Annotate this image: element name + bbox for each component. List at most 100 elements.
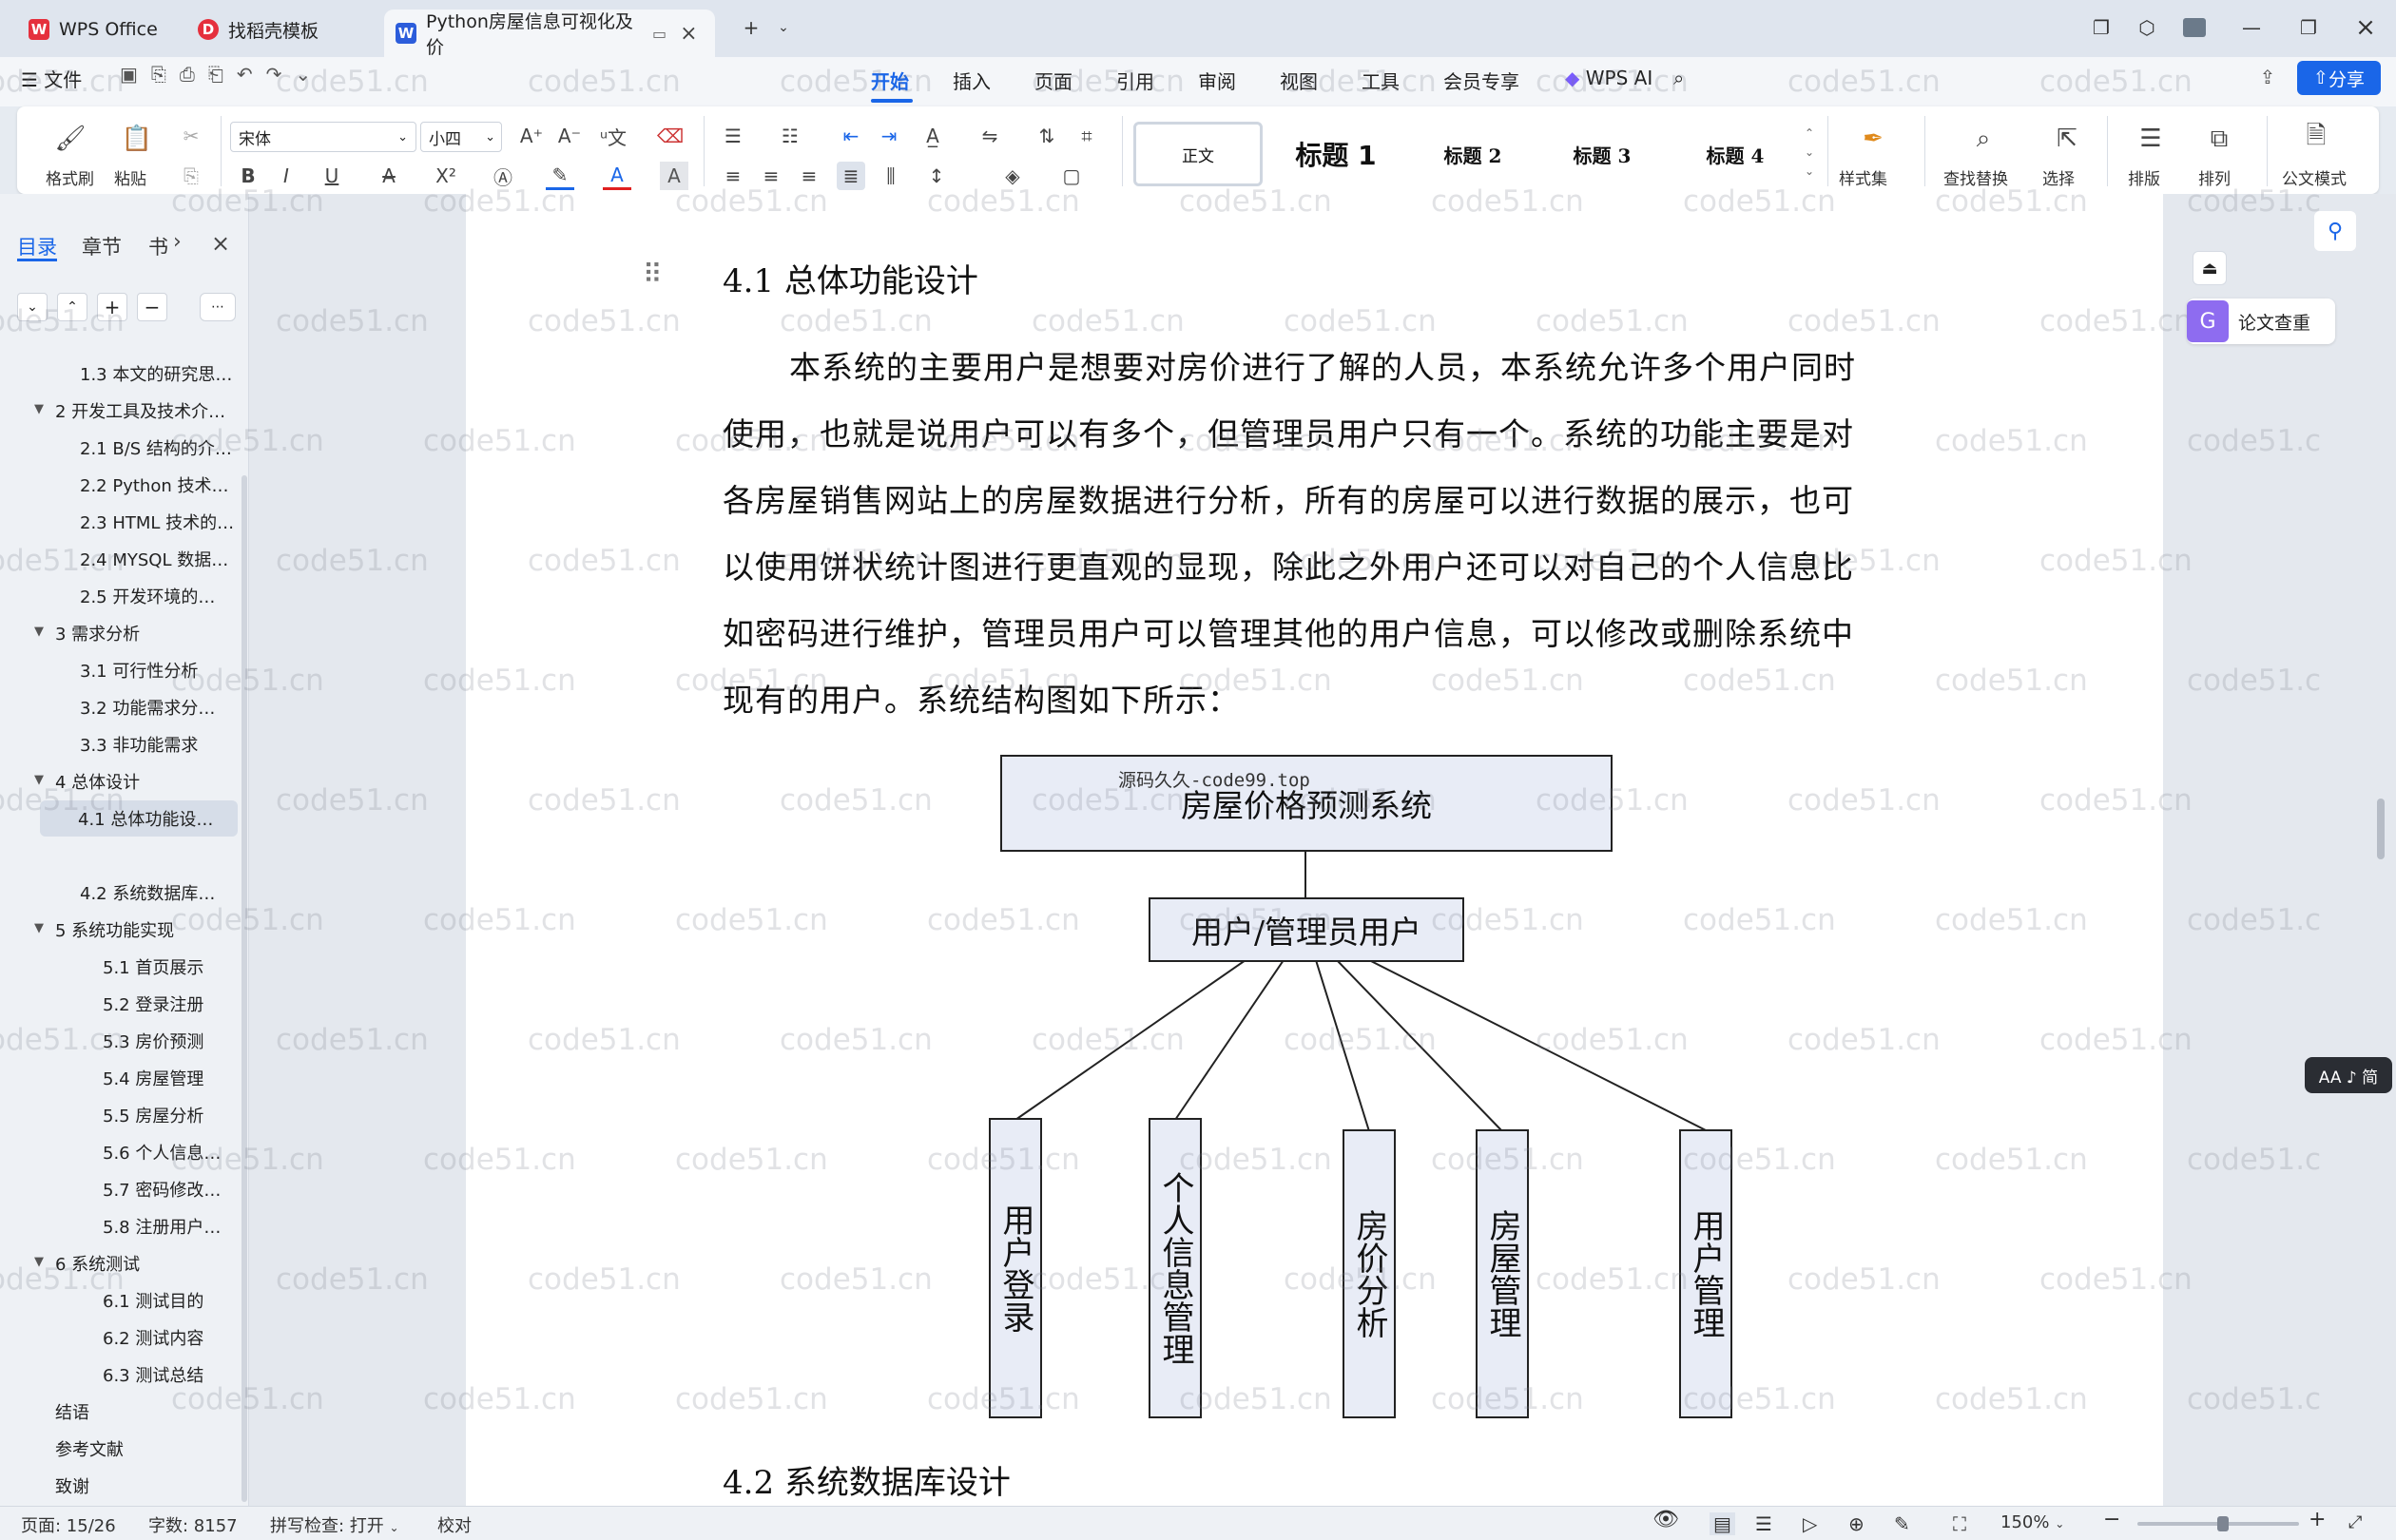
superscript-icon[interactable]: X² xyxy=(432,162,460,190)
toc-item[interactable]: 5.3 房价预测 xyxy=(103,1029,203,1053)
borders-icon[interactable]: ▢ xyxy=(1057,162,1086,190)
tab-wps-office[interactable]: W WPS Office xyxy=(17,10,177,49)
toc-item[interactable]: 3.1 可行性分析 xyxy=(80,658,198,683)
toc-item[interactable]: 参考文献 xyxy=(55,1436,124,1461)
typeset-icon[interactable]: ☰ xyxy=(2134,122,2168,156)
numbered-list-icon[interactable]: ☷ xyxy=(776,122,804,150)
nav-scrollbar[interactable] xyxy=(242,475,247,1502)
close-pane-icon[interactable]: × xyxy=(211,230,230,257)
arrange-icon[interactable]: ⧉ xyxy=(2202,122,2236,156)
cloud-upload-icon[interactable]: ⇪ xyxy=(2253,63,2282,91)
pen-icon[interactable]: ✎ xyxy=(1894,1512,1910,1535)
toc-item[interactable]: 5.6 个人信息… xyxy=(103,1140,221,1165)
zoom-level[interactable]: 150% ⌄ xyxy=(2000,1512,2064,1532)
zoom-in-icon[interactable]: + xyxy=(2309,1508,2326,1531)
proofread-button[interactable]: 校对 xyxy=(437,1512,472,1537)
toc-item[interactable]: 2.4 MYSQL 数据… xyxy=(80,547,228,571)
toc-item[interactable]: 6.2 测试内容 xyxy=(103,1325,203,1350)
find-replace-label[interactable]: 查找替换 xyxy=(1943,165,2008,189)
chevron-right-icon[interactable]: › xyxy=(173,230,182,254)
sort-icon[interactable]: ⇅ xyxy=(1033,122,1061,150)
clear-format-icon[interactable]: ⌫ xyxy=(656,122,685,150)
font-name-select[interactable]: 宋体 ⌄ xyxy=(230,122,416,152)
document-icon[interactable]: 🗎 xyxy=(2299,122,2333,156)
fullscreen-icon[interactable]: ⤢ xyxy=(2348,1512,2362,1532)
toc-item[interactable]: 3 需求分析 xyxy=(55,621,140,645)
tab-wps-ai[interactable]: ◆ WPS AI xyxy=(1565,67,1652,89)
page-indicator[interactable]: 页面: 15/26 xyxy=(21,1512,116,1537)
cut-icon[interactable]: ✂ xyxy=(177,122,205,150)
fit-page-icon[interactable]: ⛶ xyxy=(1953,1512,1966,1535)
toc-item[interactable]: 2.5 开发环境的… xyxy=(80,584,215,608)
toc-item[interactable]: 6.1 测试目的 xyxy=(103,1288,203,1313)
typeset-label[interactable]: 排版 xyxy=(2128,165,2160,189)
justify-icon[interactable]: ≣ xyxy=(837,162,865,190)
toc-item[interactable]: 5.4 房屋管理 xyxy=(103,1066,203,1090)
expand-caret-icon[interactable]: ▼ xyxy=(34,402,44,416)
expand-caret-icon[interactable]: ▼ xyxy=(34,1255,44,1269)
select-label[interactable]: 选择 xyxy=(2042,165,2075,189)
toc-item[interactable]: 6 系统测试 xyxy=(55,1251,140,1276)
window-layout-icon[interactable]: ❐ xyxy=(2084,13,2118,42)
collapse-all-icon[interactable]: ⌄ xyxy=(17,293,48,321)
highlight-icon[interactable]: ✎ xyxy=(546,162,574,190)
file-menu[interactable]: ☰ 文件 xyxy=(21,65,82,92)
nav-tab-bookmark[interactable]: 书 xyxy=(148,232,168,260)
close-tab-icon[interactable]: × xyxy=(680,22,697,46)
more-options-icon[interactable]: ⋯ xyxy=(200,293,236,321)
share-button[interactable]: ⇧ 分享 xyxy=(2297,61,2381,95)
style-heading-1[interactable]: 标题 1 xyxy=(1274,122,1398,186)
toc-item[interactable]: 4.1 总体功能设… xyxy=(40,800,238,837)
style-gallery-scroll[interactable]: ⌃ ⌄ ⌄ xyxy=(1805,124,1814,181)
style-heading-4[interactable]: 标题 4 xyxy=(1673,122,1797,186)
collapse-panel-icon[interactable]: ⏏ xyxy=(2193,251,2227,285)
word-count[interactable]: 字数: 8157 xyxy=(148,1512,238,1537)
restore-icon[interactable]: ❐ xyxy=(2291,13,2326,42)
tab-insert[interactable]: 插入 xyxy=(953,67,991,94)
text-effect-icon[interactable]: Ⓐ xyxy=(489,162,517,190)
style-normal[interactable]: 正文 xyxy=(1133,122,1263,186)
text-direction-icon[interactable]: ⇋ xyxy=(976,122,1004,150)
toc-item[interactable]: 1.3 本文的研究思… xyxy=(80,361,232,386)
tab-home[interactable]: 开始 xyxy=(871,67,909,94)
toc-item[interactable]: 2.3 HTML 技术的… xyxy=(80,510,234,534)
add-heading-icon[interactable]: + xyxy=(97,293,127,321)
font-toggle-button[interactable]: AA ♪ 简 xyxy=(2305,1057,2392,1093)
underline-icon[interactable]: U xyxy=(318,162,346,190)
grow-font-icon[interactable]: A⁺ xyxy=(517,122,546,150)
avatar[interactable] xyxy=(2177,13,2212,42)
toc-item[interactable]: 4 总体设计 xyxy=(55,769,140,794)
toc-item[interactable]: 致谢 xyxy=(55,1473,89,1498)
cube-icon[interactable]: ⬡ xyxy=(2130,13,2164,42)
remove-heading-icon[interactable]: − xyxy=(137,293,167,321)
toc-item[interactable]: 5.2 登录注册 xyxy=(103,991,203,1016)
find-icon[interactable]: ⌕ xyxy=(1966,122,2000,156)
expand-up-icon[interactable]: ⌃ xyxy=(57,293,87,321)
spellcheck-toggle[interactable]: 拼写检查: 打开 ⌄ xyxy=(270,1512,399,1537)
official-mode-label[interactable]: 公文模式 xyxy=(2282,165,2347,189)
align-center-icon[interactable]: ≡ xyxy=(757,162,785,190)
format-painter-icon[interactable]: 🖌 xyxy=(53,122,87,156)
play-icon[interactable]: ▷ xyxy=(1803,1512,1817,1535)
shrink-font-icon[interactable]: A⁻ xyxy=(555,122,584,150)
eye-icon[interactable]: 👁 xyxy=(1652,1508,1679,1531)
toc-item[interactable]: 5.7 密码修改… xyxy=(103,1177,221,1202)
chinese-layout-icon[interactable]: A̲ xyxy=(918,122,947,150)
tab-page[interactable]: 页面 xyxy=(1034,67,1072,94)
toc-item[interactable]: 3.2 功能需求分… xyxy=(80,695,215,720)
page-view-icon[interactable]: ▤ xyxy=(1710,1512,1735,1535)
paste-icon[interactable]: 📋 xyxy=(120,122,154,156)
bold-icon[interactable]: B xyxy=(234,162,262,190)
quick-access-icons[interactable]: ▣⎘⎙⎗↶↷⌄ xyxy=(120,63,324,86)
show-marks-icon[interactable]: ⌗ xyxy=(1072,122,1101,150)
select-cursor-icon[interactable]: ⇱ xyxy=(2050,122,2084,156)
tab-review[interactable]: 审阅 xyxy=(1198,67,1236,94)
decrease-indent-icon[interactable]: ⇤ xyxy=(837,122,865,150)
toc-item[interactable]: 5 系统功能实现 xyxy=(55,917,174,942)
toc-item[interactable]: 4.2 系统数据库… xyxy=(80,880,215,905)
format-painter-label[interactable]: 格式刷 xyxy=(46,165,94,189)
tab-template[interactable]: D 找稻壳模板 xyxy=(186,10,377,49)
increase-indent-icon[interactable]: ⇥ xyxy=(875,122,903,150)
search-icon[interactable]: ⌕ xyxy=(1673,67,1684,89)
toc-item[interactable]: 2.1 B/S 结构的介… xyxy=(80,435,232,460)
